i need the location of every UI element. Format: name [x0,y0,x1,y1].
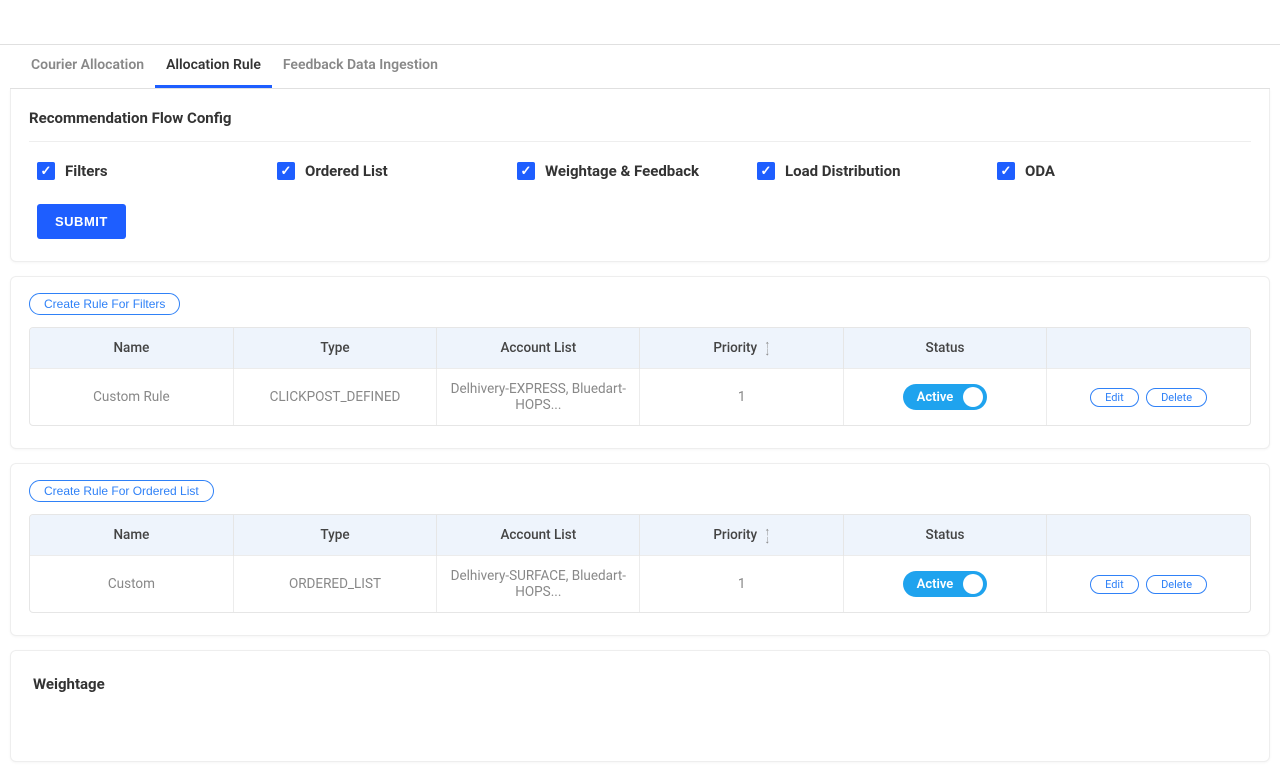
cell-type: CLICKPOST_DEFINED [233,369,436,426]
table-row: Custom Rule CLICKPOST_DEFINED Delhivery-… [30,369,1250,426]
check-weightage-label: Weightage & Feedback [545,162,699,180]
config-title: Recommendation Flow Config [29,105,1251,141]
cell-account: Delhivery-EXPRESS, Bluedart-HOPS... [437,369,640,426]
cell-actions: Edit Delete [1047,369,1250,426]
submit-button[interactable]: SUBMIT [37,204,126,239]
edit-button[interactable]: Edit [1090,388,1139,407]
header-status: Status [843,328,1046,369]
cell-type: ORDERED_LIST [233,556,436,613]
top-spacer [0,0,1280,45]
cell-priority: 1 [640,369,843,426]
check-ordered-label: Ordered List [305,162,388,180]
status-toggle[interactable]: Active [903,571,988,597]
header-type: Type [233,328,436,369]
table-row: Custom ORDERED_LIST Delhivery-SURFACE, B… [30,556,1250,613]
ordered-table: Name Type Account List Priority ↑↓ Statu… [29,514,1251,613]
sort-icon: ↑↓ [764,528,770,543]
cell-actions: Edit Delete [1047,556,1250,613]
header-account: Account List [437,515,640,556]
table-header-row: Name Type Account List Priority ↑↓ Statu… [30,328,1250,369]
check-load-distribution[interactable]: ✓ Load Distribution [757,162,997,180]
cell-status: Active [843,556,1046,613]
check-oda[interactable]: ✓ ODA [997,162,1237,180]
filters-table: Name Type Account List Priority ↑↓ Statu… [29,327,1251,426]
check-load-label: Load Distribution [785,162,901,180]
header-account: Account List [437,328,640,369]
table-header-row: Name Type Account List Priority ↑↓ Statu… [30,515,1250,556]
header-actions [1047,328,1250,369]
tab-courier-allocation[interactable]: Courier Allocation [20,45,155,88]
header-status: Status [843,515,1046,556]
divider [29,141,1251,142]
header-name: Name [30,328,233,369]
sort-icon: ↑↓ [764,341,770,356]
header-priority-label: Priority [713,340,757,356]
check-filters-label: Filters [65,162,108,180]
delete-button[interactable]: Delete [1146,388,1207,407]
cell-account: Delhivery-SURFACE, Bluedart-HOPS... [437,556,640,613]
ordered-list-rules-card: Create Rule For Ordered List Name Type A… [10,463,1270,636]
weightage-title: Weightage [29,667,1251,701]
checkbox-icon: ✓ [37,162,55,180]
filters-rules-card: Create Rule For Filters Name Type Accoun… [10,276,1270,449]
header-actions [1047,515,1250,556]
check-oda-label: ODA [1025,162,1055,180]
toggle-knob [963,387,983,407]
weightage-card: Weightage [10,650,1270,762]
config-checkboxes: ✓ Filters ✓ Ordered List ✓ Weightage & F… [29,162,1251,204]
recommendation-flow-config-card: Recommendation Flow Config ✓ Filters ✓ O… [10,89,1270,262]
check-weightage-feedback[interactable]: ✓ Weightage & Feedback [517,162,757,180]
checkbox-icon: ✓ [757,162,775,180]
header-priority-label: Priority [713,527,757,543]
tabs-bar: Courier Allocation Allocation Rule Feedb… [10,45,1270,89]
edit-button[interactable]: Edit [1090,575,1139,594]
status-label: Active [917,390,954,405]
header-type: Type [233,515,436,556]
cell-priority: 1 [640,556,843,613]
cell-name: Custom [30,556,233,613]
delete-button[interactable]: Delete [1146,575,1207,594]
tab-feedback-data-ingestion[interactable]: Feedback Data Ingestion [272,45,449,88]
header-name: Name [30,515,233,556]
create-rule-filters-button[interactable]: Create Rule For Filters [29,293,180,315]
cell-status: Active [843,369,1046,426]
check-filters[interactable]: ✓ Filters [37,162,277,180]
toggle-knob [963,574,983,594]
header-priority[interactable]: Priority ↑↓ [640,328,843,369]
check-ordered-list[interactable]: ✓ Ordered List [277,162,517,180]
tab-allocation-rule[interactable]: Allocation Rule [155,45,272,88]
cell-name: Custom Rule [30,369,233,426]
create-rule-ordered-button[interactable]: Create Rule For Ordered List [29,480,214,502]
status-toggle[interactable]: Active [903,384,988,410]
header-priority[interactable]: Priority ↑↓ [640,515,843,556]
checkbox-icon: ✓ [997,162,1015,180]
status-label: Active [917,577,954,592]
checkbox-icon: ✓ [277,162,295,180]
checkbox-icon: ✓ [517,162,535,180]
